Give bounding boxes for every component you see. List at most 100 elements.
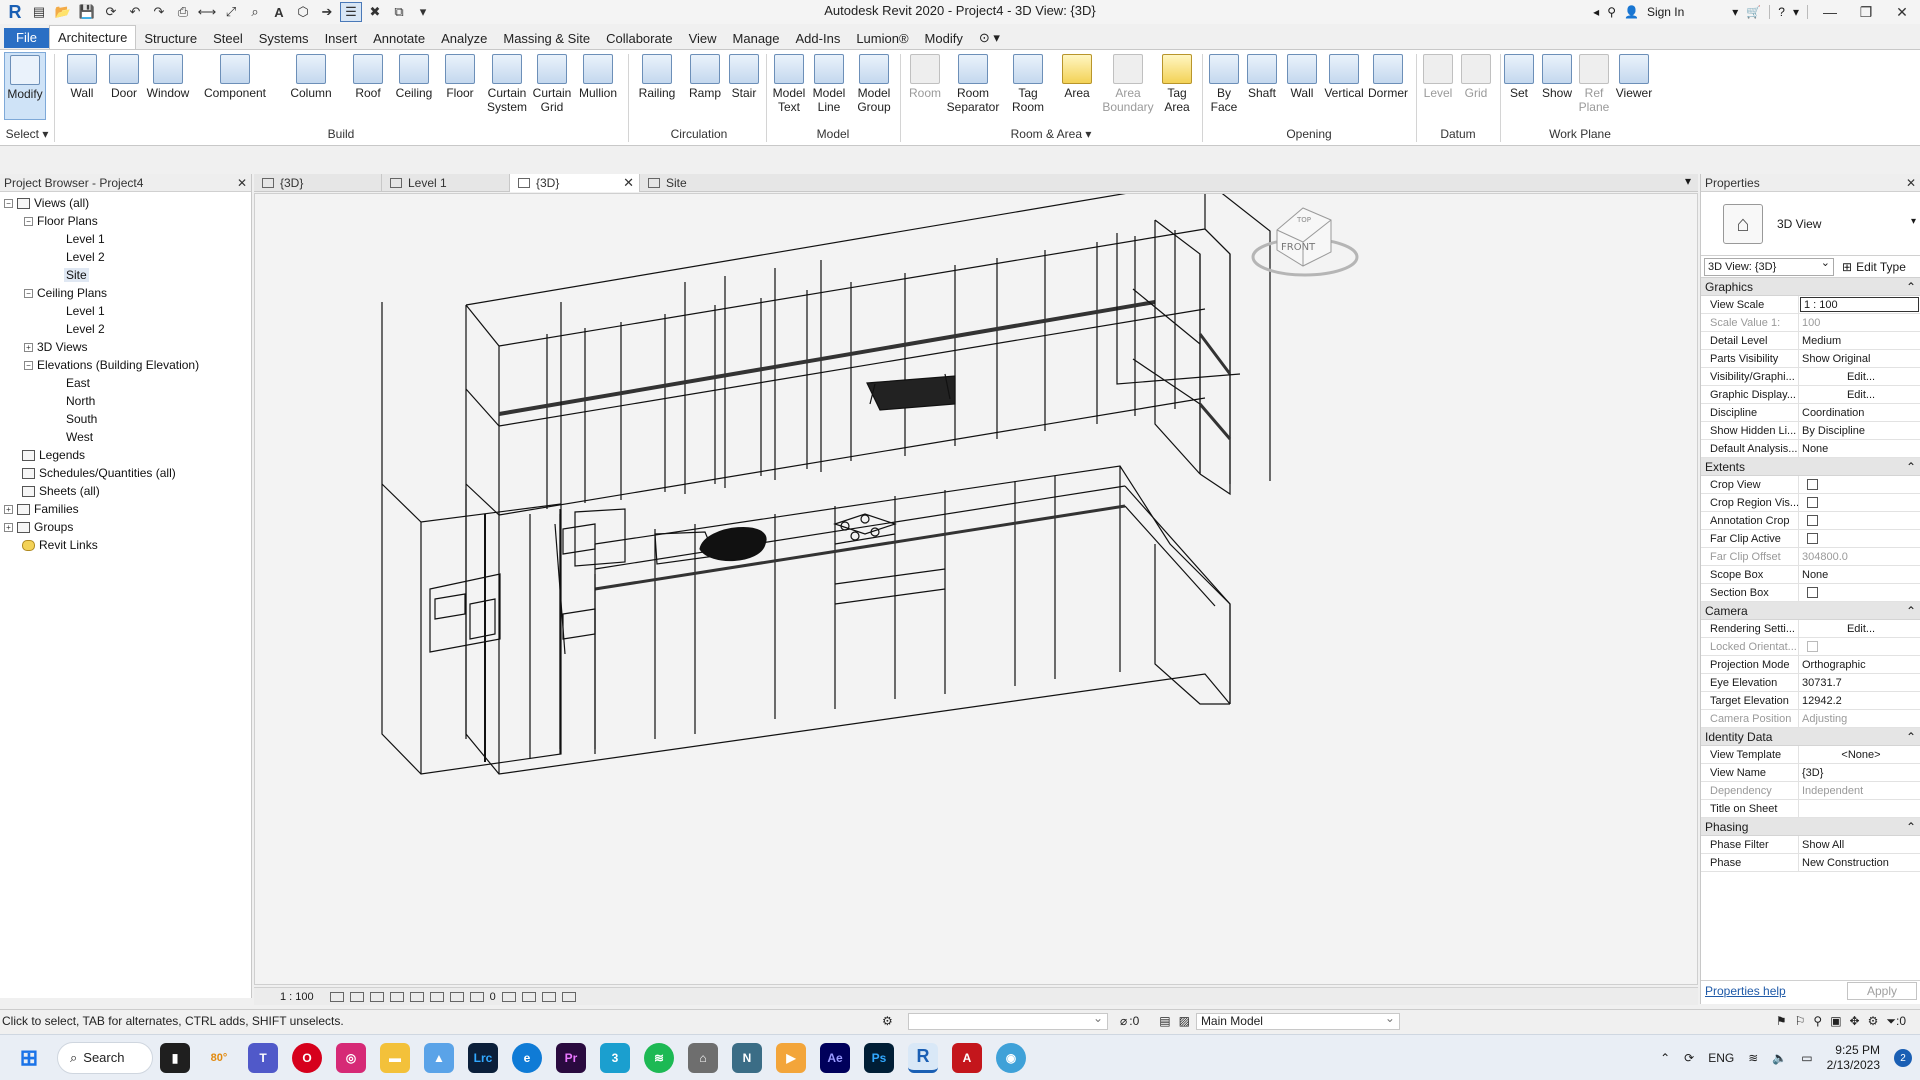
crop-region-icon[interactable] [449, 991, 464, 1002]
revit-logo-icon[interactable]: R [4, 2, 26, 22]
lumion-icon[interactable]: ◉ [996, 1042, 1026, 1073]
instance-selector[interactable]: 3D View: {3D} [1704, 256, 1834, 276]
grid-button[interactable]: Grid [1458, 52, 1494, 124]
door-button[interactable]: Door [106, 52, 142, 124]
premiere-icon[interactable]: Pr [556, 1042, 586, 1073]
design-option-dropdown[interactable]: Main Model [1195, 1011, 1400, 1030]
component-button[interactable]: Component [200, 52, 270, 124]
revit-taskbar-icon[interactable]: R [908, 1042, 938, 1073]
collapse-icon[interactable]: − [24, 288, 33, 298]
sign-in-dropdown-icon[interactable]: ▾ [1732, 5, 1738, 19]
lightroom-icon[interactable]: Lrc [468, 1042, 498, 1073]
cube-front-label[interactable]: FRONT [1281, 242, 1316, 253]
room-area-group-label[interactable]: Room & Area ▾ [902, 127, 1200, 143]
tree-item-groups[interactable]: + Groups [4, 518, 73, 536]
section-graphics[interactable]: Graphics ⌃ [1701, 278, 1920, 296]
close-icon[interactable]: ✕ [1906, 176, 1916, 190]
worksharing-icon[interactable] [521, 991, 536, 1002]
shadows-icon[interactable] [389, 991, 404, 1002]
tab-view[interactable]: View [681, 27, 725, 49]
ceiling-button[interactable]: Ceiling [392, 52, 436, 124]
cart-icon[interactable]: 🛒 [1746, 5, 1761, 19]
stair-button[interactable]: Stair [726, 52, 762, 124]
filter-editable-icon[interactable]: ⌀ [1120, 1014, 1127, 1028]
home-icon[interactable]: ▤ [28, 2, 50, 22]
tab-modify[interactable]: Modify [917, 27, 971, 49]
select-underlay-icon[interactable]: ⚐ [1795, 1014, 1806, 1028]
edit-type-icon[interactable]: ⊞ [1842, 260, 1852, 274]
edit-button[interactable]: Edit... [1799, 368, 1920, 385]
prop-value[interactable]: New Construction [1799, 854, 1920, 871]
edit-button[interactable]: Edit... [1799, 386, 1920, 403]
model-text-button[interactable]: Model Text [770, 52, 808, 124]
tag-area-button[interactable]: Tag Area [1158, 52, 1196, 124]
view-cube[interactable]: TOP FRONT [1251, 207, 1359, 277]
calculator-icon[interactable]: 3 [600, 1042, 630, 1073]
instagram-icon[interactable]: ◎ [336, 1042, 366, 1073]
ribbon-toggle-icon[interactable]: ⊙ ▾ [971, 27, 1008, 49]
tree-item-north[interactable]: North [66, 392, 95, 410]
sync-icon[interactable]: ⟳ [100, 2, 122, 22]
drag-elements-icon[interactable]: ✥ [1850, 1014, 1860, 1028]
restore-icon[interactable]: ❐ [1852, 4, 1880, 21]
edit-type-button[interactable]: Edit Type [1856, 260, 1906, 274]
collapse-icon[interactable]: ⌃ [1906, 460, 1916, 474]
section-icon[interactable]: ➔ [316, 2, 338, 22]
prop-value[interactable]: Show All [1799, 836, 1920, 853]
file-explorer-icon[interactable]: ▬ [380, 1042, 410, 1073]
floor-button[interactable]: Floor [442, 52, 478, 124]
section-extents[interactable]: Extents ⌃ [1701, 458, 1920, 476]
media-icon[interactable]: ▶ [776, 1042, 806, 1073]
clock[interactable]: 9:25 PM 2/13/2023 [1827, 1043, 1880, 1073]
mullion-button[interactable]: Mullion [576, 52, 620, 124]
highlight-displacement-icon[interactable] [561, 991, 576, 1002]
filter-icon[interactable]: ⏷ [1886, 1014, 1896, 1029]
select-links-icon[interactable]: ⚑ [1776, 1014, 1787, 1028]
type-selector[interactable]: ⌂ 3D View ▾ [1701, 192, 1920, 256]
section-phasing[interactable]: Phasing ⌃ [1701, 818, 1920, 836]
annotation-crop-checkbox[interactable] [1807, 515, 1818, 526]
prop-value[interactable] [1799, 800, 1920, 817]
model-group-button[interactable]: Model Group [852, 52, 896, 124]
wall-opening-button[interactable]: Wall [1284, 52, 1320, 124]
section-camera[interactable]: Camera ⌃ [1701, 602, 1920, 620]
tree-item-schedules[interactable]: Schedules/Quantities (all) [22, 464, 176, 482]
prop-value[interactable]: By Discipline [1799, 422, 1920, 439]
tree-item-ceiling-level-1[interactable]: Level 1 [66, 302, 105, 320]
crop-region-visible-checkbox[interactable] [1807, 497, 1818, 508]
wifi-icon[interactable]: ≋ [1748, 1051, 1758, 1065]
weather-icon[interactable]: 80° [204, 1043, 234, 1073]
viewer-button[interactable]: Viewer [1612, 52, 1656, 124]
tree-item-east[interactable]: East [66, 374, 90, 392]
tab-steel[interactable]: Steel [205, 27, 251, 49]
level-button[interactable]: Level [1420, 52, 1456, 124]
view-tab-3d[interactable]: {3D} [254, 174, 382, 192]
section-box-checkbox[interactable] [1807, 587, 1818, 598]
analytical-model-icon[interactable] [541, 991, 556, 1002]
tab-annotate[interactable]: Annotate [365, 27, 433, 49]
after-effects-icon[interactable]: Ae [820, 1042, 850, 1073]
photoshop-icon[interactable]: Ps [864, 1042, 894, 1073]
prop-value[interactable]: {3D} [1799, 764, 1920, 781]
tab-collaborate[interactable]: Collaborate [598, 27, 681, 49]
text-icon[interactable]: A [268, 2, 290, 22]
task-view-icon[interactable]: ▮ [160, 1042, 190, 1073]
3d-view-icon[interactable]: ⬡ [292, 2, 314, 22]
customize-qat-icon[interactable]: ▾ [412, 2, 434, 22]
vertical-button[interactable]: Vertical [1322, 52, 1366, 124]
window-button[interactable]: Window [144, 52, 192, 124]
tag-room-button[interactable]: Tag Room [1008, 52, 1048, 124]
undo-icon[interactable]: ↶ [124, 2, 146, 22]
thin-lines-icon[interactable]: ☰ [340, 2, 362, 22]
drawing-canvas[interactable]: TOP FRONT [254, 193, 1698, 985]
tab-architecture[interactable]: Architecture [48, 25, 137, 49]
tab-add-ins[interactable]: Add-Ins [788, 27, 849, 49]
tree-item-legends[interactable]: Legends [22, 446, 85, 464]
render-icon[interactable] [409, 991, 424, 1002]
worksets-icon[interactable]: ⚙ [882, 1014, 902, 1028]
autocad-icon[interactable]: A [952, 1042, 982, 1073]
view-tab-level-1[interactable]: Level 1 [382, 174, 510, 192]
design-options-icon[interactable]: ▤ [1159, 1014, 1170, 1028]
curtain-grid-button[interactable]: Curtain Grid [530, 52, 574, 124]
tree-item-revit-links[interactable]: Revit Links [22, 536, 98, 554]
